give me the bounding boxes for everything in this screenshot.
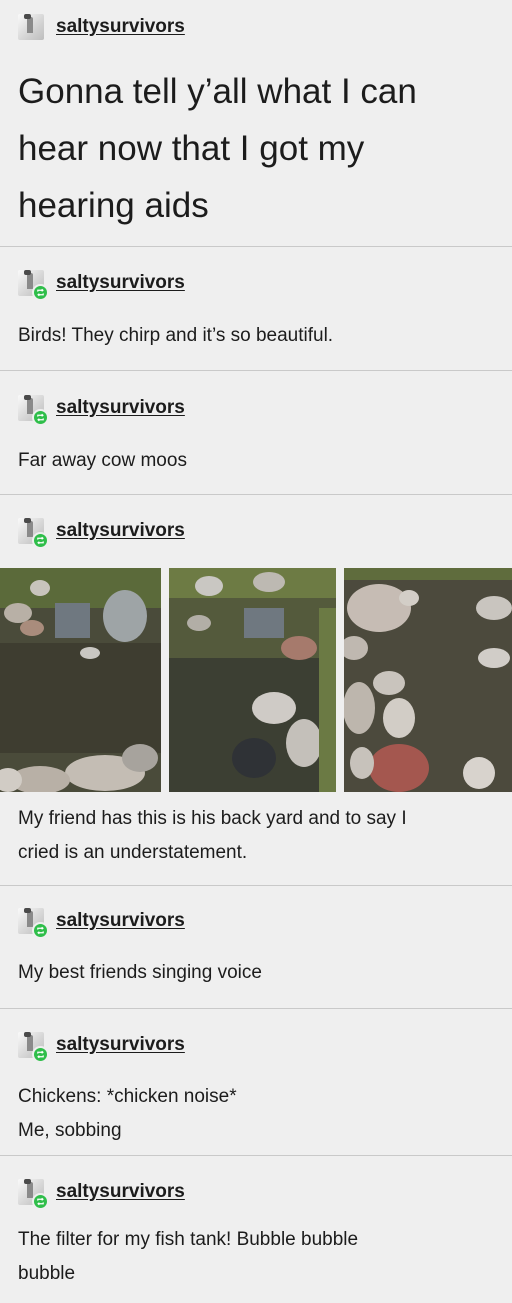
post-author-row: saltysurvivors [18, 1179, 185, 1210]
post-text-line: My friend has this is his back yard and … [18, 808, 407, 829]
reblog-icon [32, 922, 49, 939]
avatar[interactable] [18, 518, 49, 549]
post-text: Gonna tell y’all what I can hear now tha… [18, 63, 498, 234]
post-author-row: saltysurvivors [18, 395, 185, 426]
post-text: Birds! They chirp and it’s so beautiful. [18, 319, 333, 353]
username-link[interactable]: saltysurvivors [56, 397, 185, 419]
divider [0, 1155, 512, 1156]
post-author-row: saltysurvivors [18, 908, 185, 939]
post-author-row: saltysurvivors [18, 270, 185, 301]
avatar[interactable] [18, 395, 49, 426]
post-author-row: saltysurvivors [18, 14, 185, 40]
post-text-line: Far away cow moos [18, 450, 187, 471]
avatar[interactable] [18, 270, 49, 301]
post-text-line: bubble [18, 1263, 76, 1284]
username-link[interactable]: saltysurvivors [56, 16, 185, 38]
post-text: My best friends singing voice [18, 956, 262, 990]
divider [0, 1008, 512, 1009]
backyard-stream-photo[interactable] [0, 568, 161, 792]
divider [0, 370, 512, 371]
username-link[interactable]: saltysurvivors [56, 520, 185, 542]
post-text-line: hear now that I got my [18, 129, 365, 168]
post-text-line: Birds! They chirp and it’s so beautiful. [18, 325, 334, 346]
avatar[interactable] [18, 14, 44, 40]
backyard-stream-photo[interactable] [344, 568, 512, 792]
post-text-line: My best friends singing voice [18, 962, 262, 983]
post-text: Chickens: *chicken noise* Me, sobbing [18, 1080, 237, 1148]
reblog-icon [32, 532, 49, 549]
divider [0, 246, 512, 247]
post-text-line: Me, sobbing [18, 1120, 122, 1141]
username-link[interactable]: saltysurvivors [56, 1034, 185, 1056]
backyard-stream-photo[interactable] [169, 568, 336, 792]
divider [0, 885, 512, 886]
post-text-line: cried is an understatement. [18, 842, 248, 863]
post-text-line: Gonna tell y’all what I can [18, 72, 417, 111]
post-text-line: The filter for my fish tank! Bubble bubb… [18, 1229, 359, 1250]
divider [0, 494, 512, 495]
username-link[interactable]: saltysurvivors [56, 272, 185, 294]
post-text-line: Chickens: *chicken noise* [18, 1086, 237, 1107]
username-link[interactable]: saltysurvivors [56, 910, 185, 932]
avatar[interactable] [18, 908, 49, 939]
reblog-icon [32, 1193, 49, 1210]
post-text: My friend has this is his back yard and … [18, 802, 407, 870]
username-link[interactable]: saltysurvivors [56, 1181, 185, 1203]
post-text: The filter for my fish tank! Bubble bubb… [18, 1223, 358, 1291]
post-text-line: hearing aids [18, 186, 209, 225]
reblog-icon [32, 409, 49, 426]
reblog-icon [32, 1046, 49, 1063]
post-author-row: saltysurvivors [18, 518, 185, 549]
avatar[interactable] [18, 1179, 49, 1210]
post-author-row: saltysurvivors [18, 1032, 185, 1063]
post-text: Far away cow moos [18, 444, 187, 478]
avatar[interactable] [18, 1032, 49, 1063]
reblog-icon [32, 284, 49, 301]
